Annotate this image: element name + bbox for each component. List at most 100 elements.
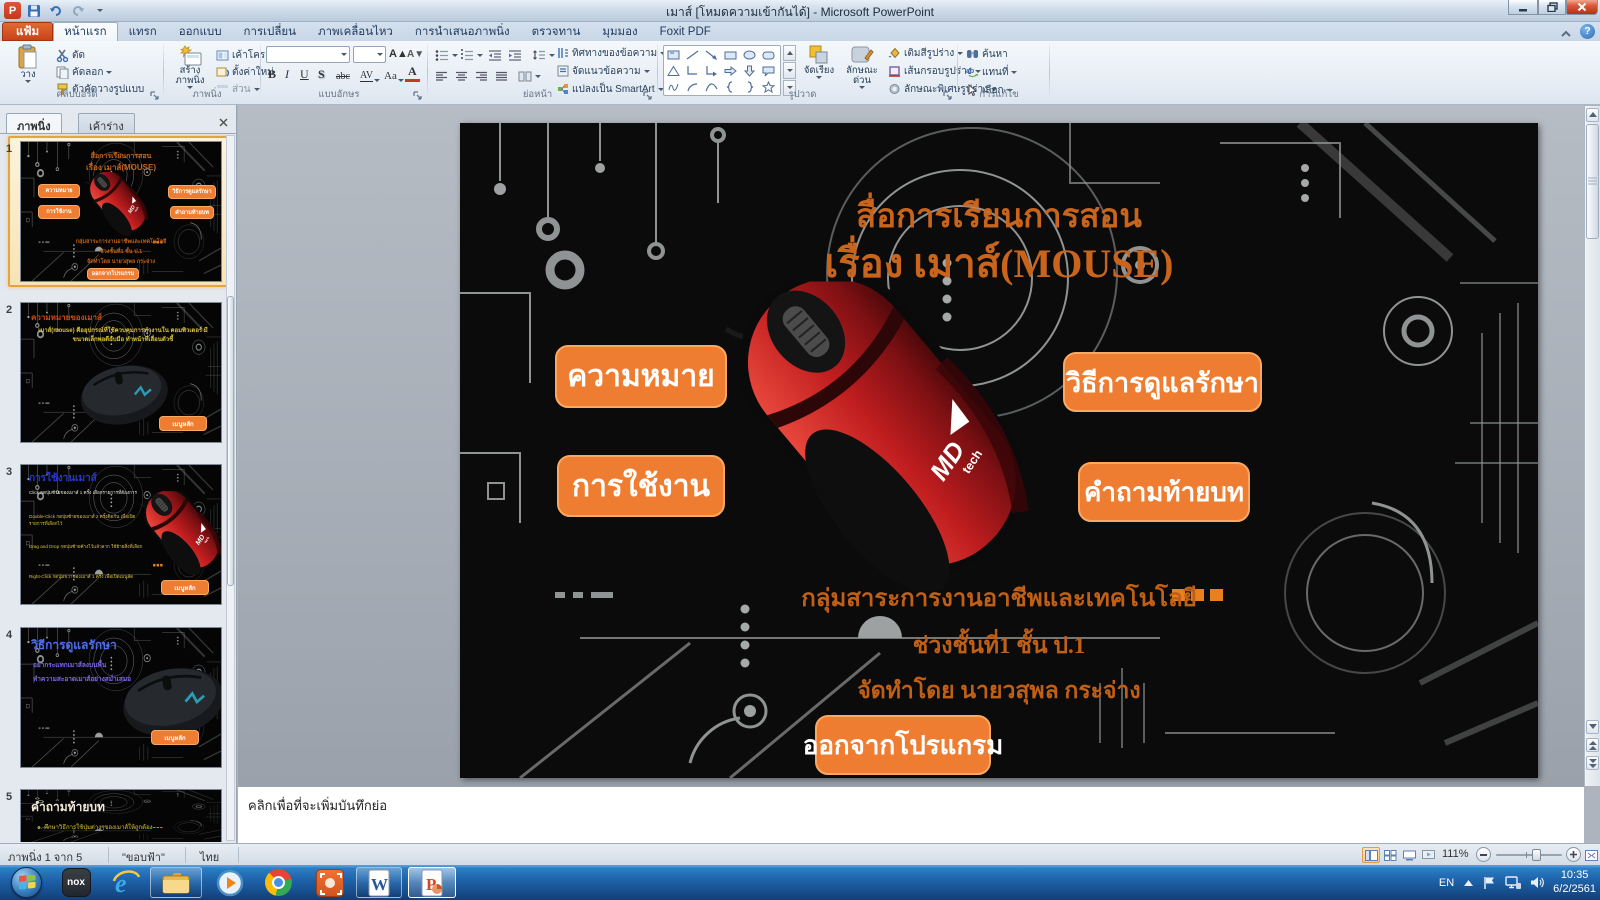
tray-show-hidden-icons[interactable] bbox=[1463, 879, 1474, 887]
arrange-button[interactable]: จัดเรียง bbox=[798, 44, 840, 89]
align-left-button[interactable] bbox=[433, 68, 450, 84]
tray-language-indicator[interactable]: EN bbox=[1439, 877, 1454, 889]
font-name-select[interactable] bbox=[266, 46, 350, 63]
tab-home[interactable]: หน้าแรก bbox=[53, 22, 117, 41]
close-button[interactable] bbox=[1566, 0, 1598, 15]
editor-scrollbar-thumb[interactable] bbox=[1586, 124, 1599, 239]
zoom-slider-thumb[interactable] bbox=[1532, 849, 1541, 861]
taskbar-media-player-icon[interactable] bbox=[210, 868, 250, 897]
taskbar-internet-explorer-icon[interactable]: e bbox=[106, 868, 146, 897]
panel-scrollbar[interactable] bbox=[226, 135, 235, 841]
find-button[interactable]: ค้นหา bbox=[964, 46, 1010, 62]
clipboard-dialog-launcher[interactable] bbox=[150, 91, 160, 101]
columns-button[interactable] bbox=[516, 68, 543, 84]
new-slide-button[interactable]: สร้าง ภาพนิ่ง bbox=[167, 44, 213, 89]
shrink-font-button[interactable]: A▼ bbox=[405, 46, 426, 62]
start-button[interactable] bbox=[8, 865, 44, 900]
justify-button[interactable] bbox=[493, 68, 510, 84]
decrease-indent-button[interactable] bbox=[486, 47, 504, 63]
taskbar-nox-icon[interactable]: nox bbox=[56, 868, 96, 897]
taskbar-capture-tool-icon[interactable] bbox=[310, 868, 350, 897]
language-indicator[interactable]: ไทย bbox=[200, 848, 219, 866]
strikethrough-button[interactable]: abc bbox=[333, 64, 353, 82]
restore-button[interactable] bbox=[1538, 0, 1566, 15]
help-button[interactable]: ? bbox=[1580, 24, 1595, 39]
slide-thumbnail-5[interactable]: คำถามท้ายบท ๑. ศึกษาวิธีการใช้ปุ่มต่างๆข… bbox=[20, 789, 222, 842]
slide-canvas[interactable]: สื่อการเรียนการสอน เรื่อง เมาส์(MOUSE) ค… bbox=[460, 123, 1538, 778]
zoom-in-button[interactable] bbox=[1566, 847, 1581, 862]
increase-indent-button[interactable] bbox=[506, 47, 524, 63]
tab-animations[interactable]: ภาพเคลื่อนไหว bbox=[307, 22, 404, 41]
fit-to-window-button[interactable] bbox=[1582, 847, 1600, 863]
paste-button[interactable]: วาง bbox=[6, 44, 50, 89]
slide-thumbnail-2[interactable]: ความหมายของเมาส์ เมาส์(mouse) คืออุปกรณ์… bbox=[20, 302, 222, 443]
bullets-button[interactable] bbox=[433, 47, 460, 63]
text-direction-button[interactable]: ทิศทางของข้อความ bbox=[555, 45, 668, 61]
scroll-down-button[interactable] bbox=[1586, 720, 1599, 734]
scrollbar-grip-icon bbox=[1588, 177, 1597, 185]
volume-icon[interactable] bbox=[1530, 876, 1544, 889]
slide-button-meaning[interactable]: ความหมาย bbox=[555, 345, 727, 408]
replace-button[interactable]: ab แทนที่ bbox=[964, 64, 1019, 80]
cut-button[interactable]: ตัด bbox=[54, 47, 87, 63]
tab-design[interactable]: ออกแบบ bbox=[168, 22, 233, 41]
taskbar-explorer-button[interactable] bbox=[150, 867, 202, 898]
slide-thumbnail-4[interactable]: วิธีการดูแลรักษา อย่ากระแทกเมาส์ลงบนพื้น… bbox=[20, 627, 222, 768]
panel-tab-outline[interactable]: เค้าร่าง bbox=[78, 113, 135, 133]
taskbar-word-button[interactable]: W bbox=[356, 867, 402, 898]
zoom-slider-track[interactable] bbox=[1496, 854, 1562, 856]
tab-review[interactable]: ตรวจทาน bbox=[521, 22, 592, 41]
bold-button[interactable]: B bbox=[265, 64, 279, 82]
line-spacing-button[interactable] bbox=[530, 47, 557, 63]
editor-scrollbar[interactable] bbox=[1584, 106, 1600, 786]
notes-pane[interactable]: คลิกเพื่อที่จะเพิ่มบันทึกย่อ bbox=[238, 786, 1584, 843]
quick-styles-button[interactable]: ลักษณะ ด่วน bbox=[840, 44, 884, 89]
reading-view-button[interactable] bbox=[1400, 847, 1418, 863]
font-dialog-launcher[interactable] bbox=[413, 91, 423, 101]
slide-button-exit[interactable]: ออกจากโปรแกรม bbox=[815, 715, 991, 775]
action-center-flag-icon[interactable] bbox=[1483, 876, 1496, 890]
taskbar-chrome-icon[interactable] bbox=[258, 868, 298, 897]
minimize-button[interactable] bbox=[1508, 0, 1538, 15]
underline-button[interactable]: U bbox=[297, 64, 312, 82]
font-size-select[interactable] bbox=[353, 46, 386, 63]
slide-button-care[interactable]: วิธีการดูแลรักษา bbox=[1063, 352, 1262, 412]
align-right-button[interactable] bbox=[473, 68, 490, 84]
align-text-button[interactable]: จัดแนวข้อความ bbox=[555, 63, 652, 79]
panel-close-button[interactable] bbox=[216, 115, 230, 129]
slide-button-questions[interactable]: คำถามท้ายบท bbox=[1078, 462, 1250, 522]
align-center-button[interactable] bbox=[453, 68, 470, 84]
font-color-button[interactable]: A bbox=[405, 64, 420, 82]
tray-clock[interactable]: 10:35 6/2/2561 bbox=[1553, 869, 1596, 897]
shape-fill-button[interactable]: เติมสีรูปร่าง bbox=[886, 45, 965, 61]
slide-sorter-view-button[interactable] bbox=[1381, 847, 1399, 863]
character-spacing-button[interactable]: AV bbox=[357, 64, 383, 82]
tab-insert[interactable]: แทรก bbox=[118, 22, 168, 41]
italic-button[interactable]: I bbox=[282, 64, 292, 82]
change-case-button[interactable]: Aa bbox=[381, 64, 407, 82]
text-shadow-button[interactable]: S bbox=[315, 64, 328, 82]
tab-slideshow[interactable]: การนำเสนอภาพนิ่ง bbox=[404, 22, 521, 41]
copy-button[interactable]: คัดลอก bbox=[54, 64, 114, 80]
zoom-out-button[interactable] bbox=[1476, 847, 1491, 862]
tab-view[interactable]: มุมมอง bbox=[591, 22, 648, 41]
slideshow-view-button[interactable] bbox=[1419, 847, 1437, 863]
next-slide-button[interactable] bbox=[1586, 756, 1599, 770]
panel-tab-slides[interactable]: ภาพนิ่ง bbox=[6, 113, 62, 133]
drawing-dialog-launcher[interactable] bbox=[943, 91, 953, 101]
slide-button-usage[interactable]: การใช้งาน bbox=[557, 455, 725, 517]
network-icon[interactable] bbox=[1505, 876, 1521, 889]
scroll-up-button[interactable] bbox=[1586, 108, 1599, 122]
tab-foxit-pdf[interactable]: Foxit PDF bbox=[649, 22, 722, 41]
slide-thumbnail-3[interactable]: การใช้งานเมาส์ Click กดปุ่มซ้ายของเมาส์ … bbox=[20, 464, 222, 605]
slide-thumbnail-1[interactable]: สื่อการเรียนการสอน เรื่อง เมาส์(MOUSE) ค… bbox=[20, 141, 222, 282]
taskbar-powerpoint-button-active[interactable]: P bbox=[408, 867, 456, 898]
panel-scrollbar-thumb[interactable] bbox=[227, 296, 234, 586]
zoom-level[interactable]: 111% bbox=[1442, 848, 1469, 860]
paragraph-dialog-launcher[interactable] bbox=[643, 91, 653, 101]
normal-view-button[interactable] bbox=[1362, 847, 1380, 863]
numbering-button[interactable] bbox=[458, 47, 485, 63]
previous-slide-button[interactable] bbox=[1586, 738, 1599, 752]
tab-transitions[interactable]: การเปลี่ยน bbox=[233, 22, 307, 41]
tab-file[interactable]: แฟ้ม bbox=[2, 22, 53, 41]
